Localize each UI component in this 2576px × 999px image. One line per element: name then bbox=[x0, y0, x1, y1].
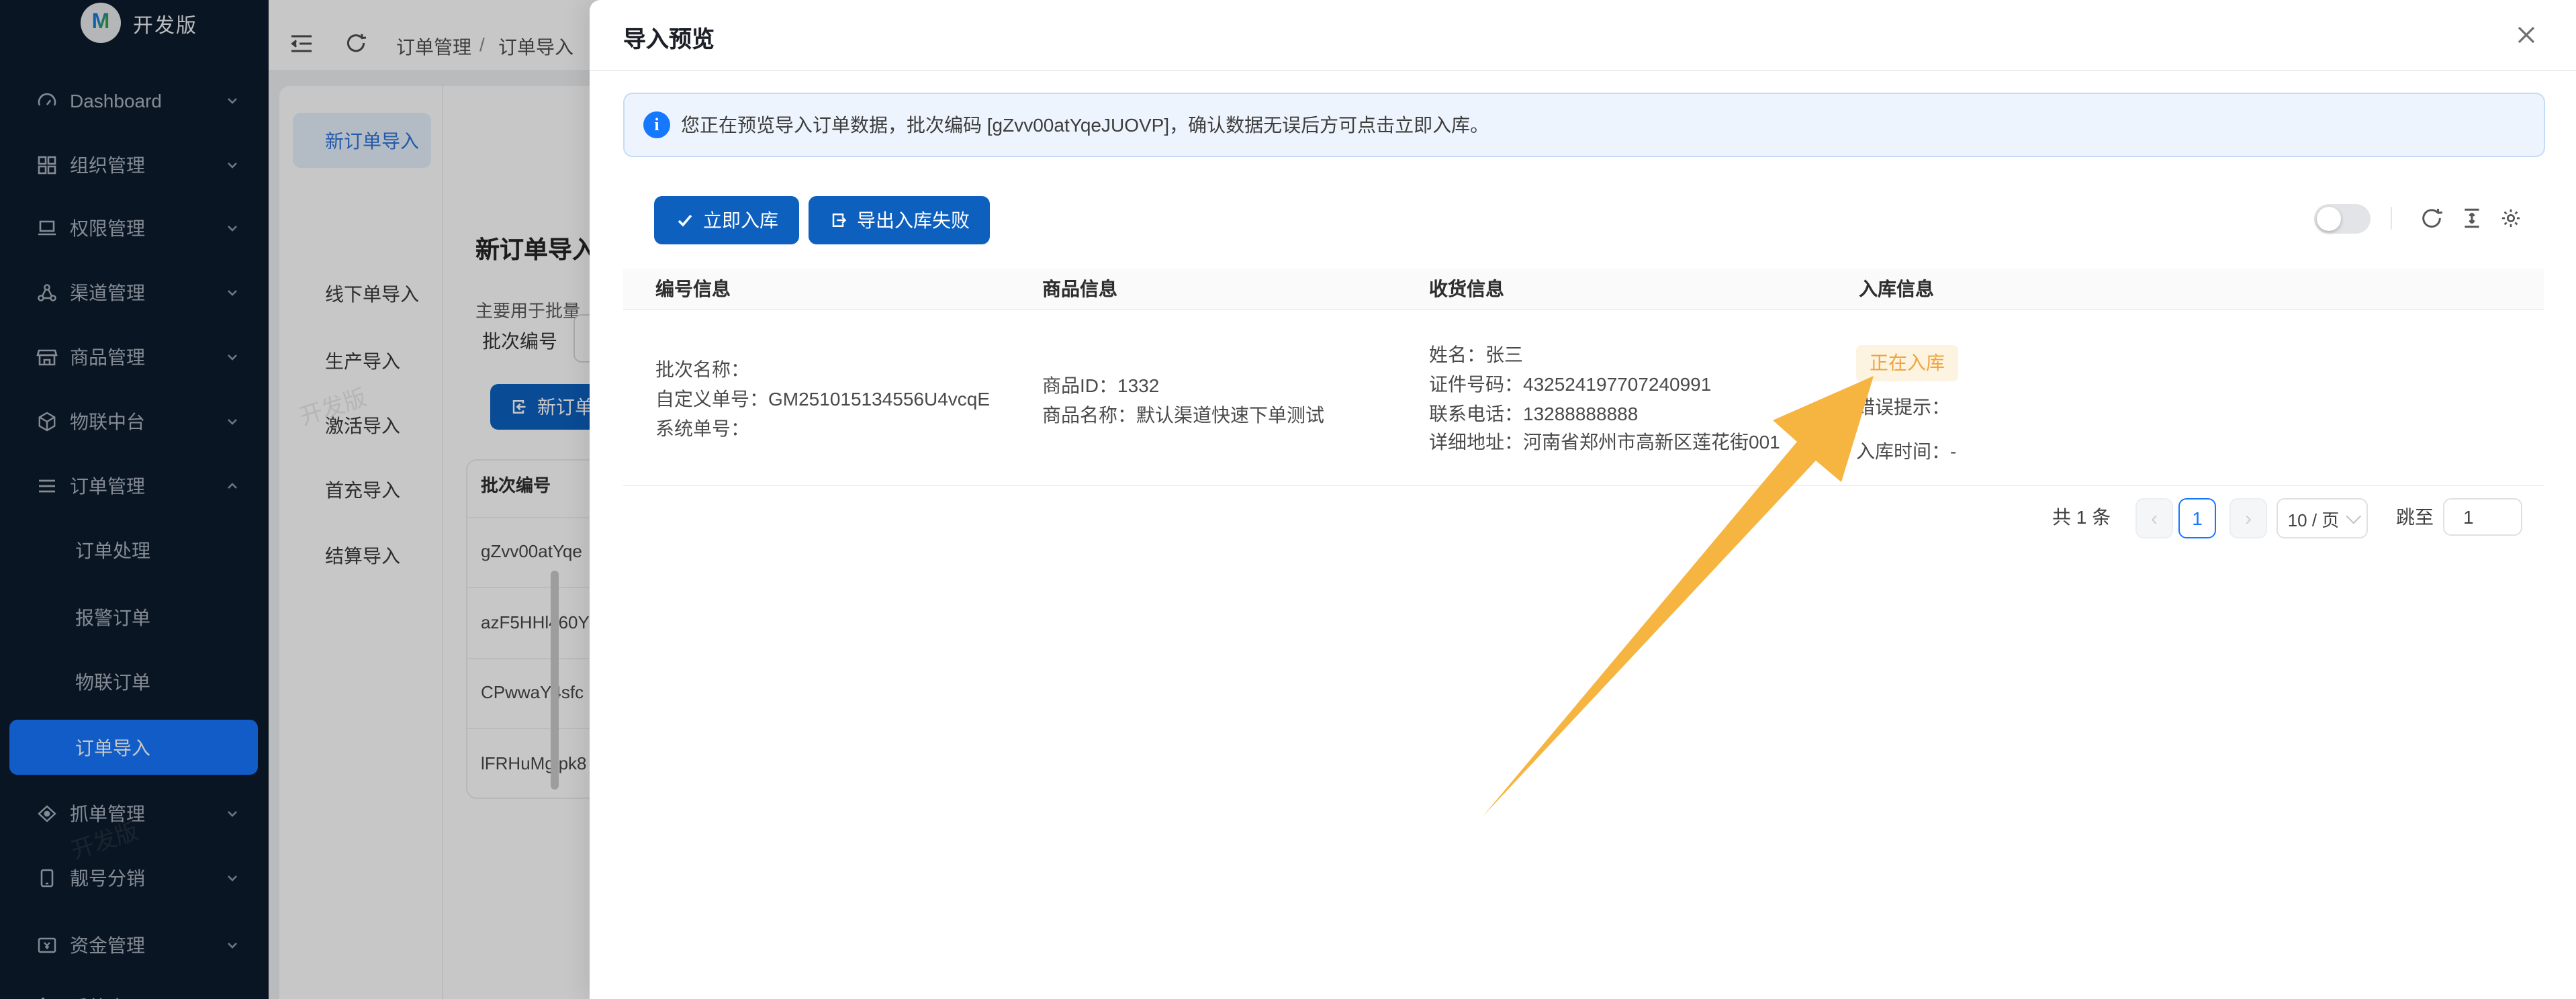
alert-message: 您正在预览导入订单数据，批次编码 [gZvv00atYqeJUOVP]，确认数据… bbox=[681, 94, 1489, 156]
jump-to-label: 跳至 bbox=[2396, 498, 2434, 536]
column-header: 收货信息 bbox=[1429, 269, 1504, 309]
product-id: 商品ID：1332 bbox=[1042, 372, 1324, 401]
chevron-left-icon: ‹ bbox=[2151, 507, 2158, 530]
toolbar-divider bbox=[2391, 207, 2392, 230]
pagination-total: 共 1 条 bbox=[2052, 498, 2111, 536]
product-name: 商品名称：默认渠道快速下单测试 bbox=[1042, 401, 1324, 431]
page-size-value: 10 / 页 bbox=[2288, 506, 2340, 531]
close-icon[interactable] bbox=[2510, 19, 2542, 51]
export-icon bbox=[829, 211, 847, 230]
toggle-switch[interactable] bbox=[2314, 204, 2371, 234]
info-alert: i 您正在预览导入订单数据，批次编码 [gZvv00atYqeJUOVP]，确认… bbox=[623, 93, 2545, 157]
table-header-row: 编号信息 商品信息 收货信息 入库信息 bbox=[623, 269, 2544, 310]
toggle-knob bbox=[2317, 207, 2341, 231]
import-preview-drawer: 导入预览 i 您正在预览导入订单数据，批次编码 [gZvv00atYqeJUOV… bbox=[590, 0, 2576, 999]
inbound-time: 入库时间：- bbox=[1856, 438, 1958, 467]
pagination-prev-button[interactable]: ‹ bbox=[2135, 498, 2173, 538]
chevron-down-icon bbox=[2346, 509, 2361, 524]
cell-receiver-info: 姓名：张三 证件号码：432524197707240991 联系电话：13288… bbox=[1429, 341, 1780, 458]
id-number: 证件号码：432524197707240991 bbox=[1429, 371, 1780, 400]
cell-number-info: 批次名称： 自定义单号：GM251015134556U4vcqE 系统单号： bbox=[655, 356, 990, 444]
page-number: 1 bbox=[2192, 508, 2203, 529]
export-failed-button[interactable]: 导出入库失败 bbox=[809, 196, 990, 244]
page-size-select[interactable]: 10 / 页 bbox=[2276, 498, 2368, 538]
check-icon bbox=[675, 211, 694, 230]
custom-order-no: 自定义单号：GM251015134556U4vcqE bbox=[655, 385, 990, 415]
column-header: 编号信息 bbox=[655, 269, 731, 309]
pagination-page-1[interactable]: 1 bbox=[2178, 498, 2216, 538]
gear-icon[interactable] bbox=[2499, 207, 2522, 230]
button-label: 导出入库失败 bbox=[857, 207, 970, 234]
reload-icon[interactable] bbox=[2420, 207, 2443, 230]
jump-to-input[interactable]: 1 bbox=[2443, 498, 2522, 536]
column-header: 商品信息 bbox=[1042, 269, 1117, 309]
header-divider bbox=[590, 70, 2576, 71]
info-icon: i bbox=[643, 111, 670, 138]
app-root: M 开发版 Dashboard 组织管理 权限管理 渠道管理 商品管理 bbox=[0, 0, 2576, 999]
import-now-button[interactable]: 立即入库 bbox=[654, 196, 799, 244]
cell-product-info: 商品ID：1332 商品名称：默认渠道快速下单测试 bbox=[1042, 372, 1324, 430]
row-height-icon[interactable] bbox=[2460, 207, 2483, 230]
drawer-title: 导入预览 bbox=[623, 20, 715, 54]
address: 详细地址：河南省郑州市高新区莲花街001 bbox=[1429, 429, 1780, 459]
phone-number: 联系电话：13288888888 bbox=[1429, 399, 1780, 429]
status-badge: 正在入库 bbox=[1856, 345, 1958, 381]
button-label: 立即入库 bbox=[703, 207, 778, 234]
cell-inbound-info: 正在入库 错误提示： 入库时间：- bbox=[1856, 345, 1958, 467]
column-header: 入库信息 bbox=[1859, 269, 1934, 309]
system-order-no: 系统单号： bbox=[655, 414, 990, 444]
batch-name: 批次名称： bbox=[655, 356, 990, 385]
table-row: 批次名称： 自定义单号：GM251015134556U4vcqE 系统单号： 商… bbox=[623, 309, 2544, 486]
chevron-right-icon: › bbox=[2245, 507, 2252, 530]
error-hint: 错误提示： bbox=[1856, 393, 1958, 423]
pagination-next-button[interactable]: › bbox=[2229, 498, 2267, 538]
receiver-name: 姓名：张三 bbox=[1429, 341, 1780, 371]
